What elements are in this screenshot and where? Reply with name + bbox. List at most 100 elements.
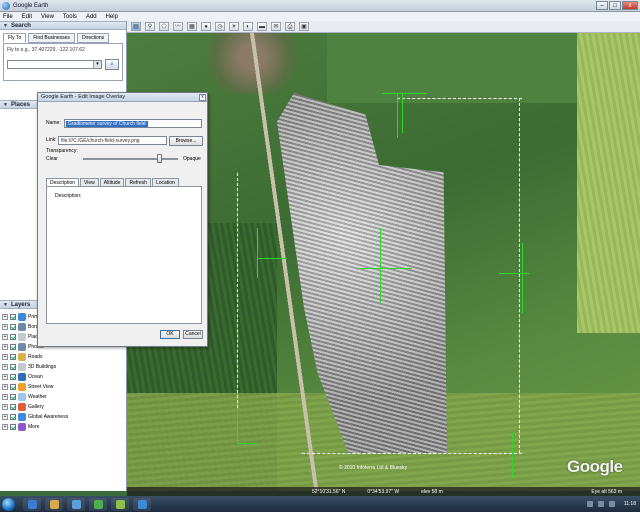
layer-checkbox[interactable] xyxy=(10,374,16,380)
layer-checkbox[interactable] xyxy=(10,314,16,320)
name-value: Gradiometer survey of Church field xyxy=(66,121,148,127)
layer-row[interactable]: + Ocean xyxy=(2,372,125,382)
browse-button[interactable]: Browse... xyxy=(169,136,203,146)
layer-checkbox[interactable] xyxy=(10,424,16,430)
clock[interactable]: 11:18 xyxy=(624,501,636,507)
flag-icon[interactable] xyxy=(608,501,615,507)
start-button[interactable] xyxy=(2,497,15,511)
cancel-button[interactable]: Cancel xyxy=(183,330,203,339)
transparency-slider[interactable] xyxy=(83,158,178,160)
taskbar-app-5[interactable] xyxy=(133,497,151,511)
expand-icon[interactable]: + xyxy=(2,314,8,320)
layer-row[interactable]: + Gallery xyxy=(2,402,125,412)
expand-icon[interactable]: + xyxy=(2,414,8,420)
eye-altitude-readout: Eye alt 563 m xyxy=(591,488,622,495)
edit-image-overlay-dialog: Google Earth - Edit Image Overlay x Name… xyxy=(37,92,208,347)
placemark-icon[interactable]: ⚲ xyxy=(145,22,155,31)
expand-icon[interactable]: + xyxy=(2,384,8,390)
dialog-close-button[interactable]: x xyxy=(199,94,206,101)
marker-line xyxy=(512,433,513,478)
expand-icon[interactable]: + xyxy=(2,374,8,380)
clear-label: Clear xyxy=(46,156,58,162)
tour-icon[interactable]: ● xyxy=(201,22,211,31)
expand-icon[interactable]: + xyxy=(2,324,8,330)
link-field[interactable]: file:///C:/GE/church-field-survey.png xyxy=(58,136,167,145)
taskbar-app-3[interactable] xyxy=(89,497,107,511)
email-icon[interactable]: ✉ xyxy=(271,22,281,31)
menu-edit[interactable]: Edit xyxy=(22,14,32,20)
polygon-icon[interactable]: ⬠ xyxy=(159,22,169,31)
layer-checkbox[interactable] xyxy=(10,324,16,330)
volume-icon[interactable] xyxy=(597,501,604,507)
search-tabs: Fly To Find Businesses Directions xyxy=(0,30,126,43)
menu-view[interactable]: View xyxy=(41,14,54,20)
search-input[interactable]: ▾ xyxy=(7,60,102,69)
layer-label: More xyxy=(28,424,40,430)
sidebar-icon[interactable]: ▤ xyxy=(131,22,141,31)
layer-label: Street View xyxy=(28,384,54,390)
marker-line xyxy=(522,243,523,313)
search-panel-header[interactable]: ▼ Search xyxy=(0,21,126,30)
layer-row[interactable]: + Roads xyxy=(2,352,125,362)
layer-label: Global Awareness xyxy=(28,414,69,420)
chevron-down-icon[interactable]: ▾ xyxy=(93,61,101,68)
sun-icon[interactable]: ☀ xyxy=(229,22,239,31)
layer-checkbox[interactable] xyxy=(10,384,16,390)
collapse-triangle-icon: ▼ xyxy=(3,101,8,108)
menu-help[interactable]: Help xyxy=(106,14,118,20)
layer-checkbox[interactable] xyxy=(10,404,16,410)
ruler-icon[interactable]: ▬ xyxy=(257,22,267,31)
taskbar-app-4[interactable] xyxy=(111,497,129,511)
tab-fly-to[interactable]: Fly To xyxy=(3,33,27,43)
tab-directions[interactable]: Directions xyxy=(76,33,110,43)
expand-icon[interactable]: + xyxy=(2,344,8,350)
layer-row[interactable]: + More xyxy=(2,422,125,432)
image-overlay-icon[interactable]: ▦ xyxy=(187,22,197,31)
taskbar-app-1[interactable] xyxy=(45,497,63,511)
menu-tools[interactable]: Tools xyxy=(63,14,77,20)
layer-checkbox[interactable] xyxy=(10,354,16,360)
marker-line xyxy=(237,408,238,443)
expand-icon[interactable]: + xyxy=(2,424,8,430)
layer-checkbox[interactable] xyxy=(10,364,16,370)
expand-icon[interactable]: + xyxy=(2,364,8,370)
expand-icon[interactable]: + xyxy=(2,404,8,410)
marker-line xyxy=(257,228,258,278)
taskbar-app-2[interactable] xyxy=(67,497,85,511)
menu-file[interactable]: File xyxy=(3,14,13,20)
app-icon xyxy=(71,499,81,509)
layer-row[interactable]: + Weather xyxy=(2,392,125,402)
search-hint: Fly to e.g., 37.407229, -122.107.62 xyxy=(7,47,85,53)
layer-checkbox[interactable] xyxy=(10,394,16,400)
expand-icon[interactable]: + xyxy=(2,394,8,400)
maps-icon[interactable]: ▣ xyxy=(299,22,309,31)
window-controls: – □ x xyxy=(596,1,638,10)
taskbar-app-0[interactable] xyxy=(23,497,41,511)
layer-icon xyxy=(18,363,26,371)
layer-checkbox[interactable] xyxy=(10,334,16,340)
expand-icon[interactable]: + xyxy=(2,334,8,340)
name-field[interactable]: Gradiometer survey of Church field xyxy=(64,119,202,128)
print-icon[interactable]: ⎙ xyxy=(285,22,295,31)
layer-row[interactable]: + Global Awareness xyxy=(2,412,125,422)
slider-handle[interactable] xyxy=(157,154,162,163)
google-logo: Google xyxy=(567,457,623,476)
minimize-button[interactable]: – xyxy=(596,1,608,10)
taskbar: 11:18 xyxy=(0,496,640,512)
layer-row[interactable]: +3D Buildings xyxy=(2,362,125,372)
description-editor[interactable]: Description: xyxy=(46,186,202,324)
maximize-button[interactable]: □ xyxy=(609,1,621,10)
ok-button[interactable]: OK xyxy=(160,330,180,339)
close-button[interactable]: x xyxy=(622,1,638,10)
planets-icon[interactable]: ◐ xyxy=(243,22,253,31)
tab-find-businesses[interactable]: Find Businesses xyxy=(28,33,75,43)
layer-checkbox[interactable] xyxy=(10,414,16,420)
layer-checkbox[interactable] xyxy=(10,344,16,350)
network-icon[interactable] xyxy=(586,501,593,507)
search-button[interactable]: ⌕ xyxy=(105,59,119,70)
path-icon[interactable]: 〰 xyxy=(173,22,183,31)
expand-icon[interactable]: + xyxy=(2,354,8,360)
layer-row[interactable]: + Street View xyxy=(2,382,125,392)
history-icon[interactable]: ◷ xyxy=(215,22,225,31)
menu-add[interactable]: Add xyxy=(86,14,97,20)
